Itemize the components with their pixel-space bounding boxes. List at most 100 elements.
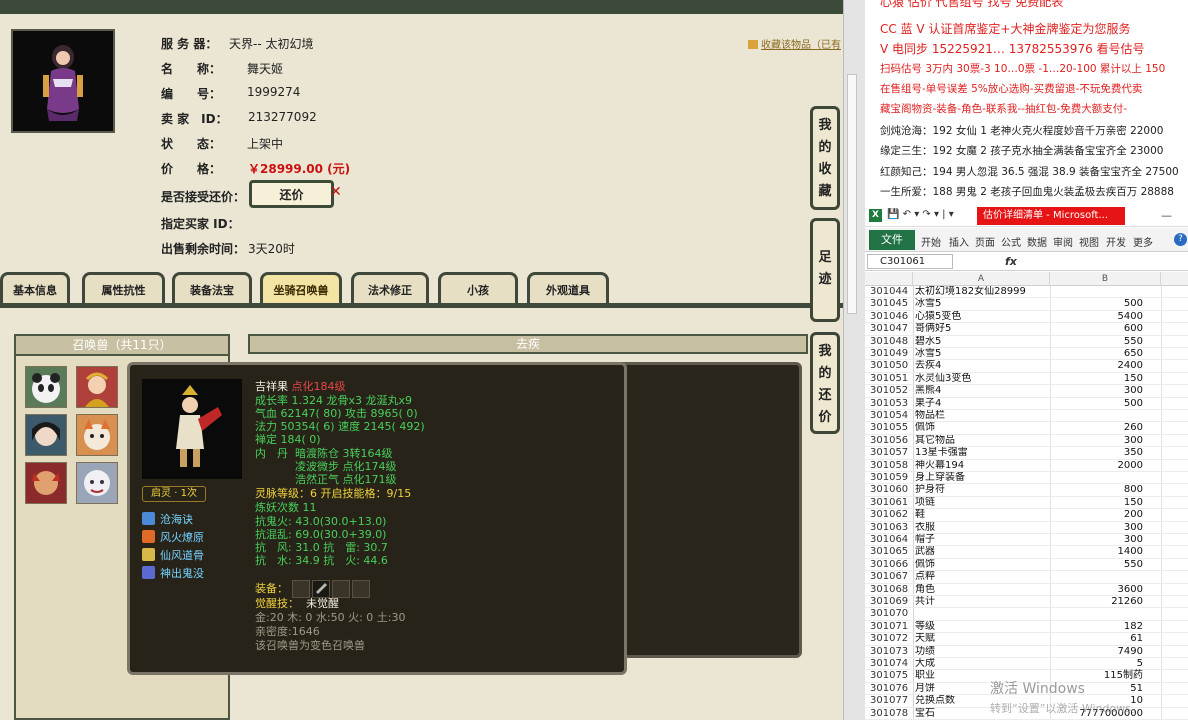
sheet-row[interactable]: 301065 武器 1400 xyxy=(865,546,1188,559)
tab-appearance[interactable]: 外观道具 xyxy=(527,272,609,304)
side-tab-footprints[interactable]: 足迹 xyxy=(810,218,840,322)
pet-thumb-fox[interactable] xyxy=(76,414,118,456)
sheet-row[interactable]: 301055 佩饰 260 xyxy=(865,422,1188,435)
cell-b[interactable]: 500 xyxy=(1051,398,1143,410)
sheet-row[interactable]: 301059 身上穿装备 xyxy=(865,472,1188,485)
tab-basic-info[interactable]: 基本信息 xyxy=(0,272,70,304)
sheet-row[interactable]: 301071 等级 182 xyxy=(865,621,1188,634)
side-tab-my-counters[interactable]: 我的还价 xyxy=(810,332,840,434)
close-icon[interactable]: ✕ xyxy=(330,184,342,200)
ribbon-tab-developer[interactable]: 开发 xyxy=(1106,234,1126,249)
skill-item[interactable]: 风火燎原 xyxy=(142,529,204,545)
cell-b[interactable]: 182 xyxy=(1051,621,1143,633)
cell-a[interactable]: 身上穿装备 xyxy=(915,472,1051,484)
sheet-row[interactable]: 301051 水灵仙3变色 150 xyxy=(865,373,1188,386)
equip-slot[interactable] xyxy=(312,580,330,598)
cell-b[interactable]: 800 xyxy=(1051,484,1143,496)
sheet-row[interactable]: 301053 果子4 500 xyxy=(865,398,1188,410)
tab-attributes[interactable]: 属性抗性 xyxy=(82,272,165,304)
cell-b[interactable]: 260 xyxy=(1051,422,1143,434)
cell-a[interactable]: 神火幕194 xyxy=(915,460,1051,472)
ribbon-tab-more[interactable]: 更多 xyxy=(1133,234,1153,249)
cell-a[interactable]: 冰雪5 xyxy=(915,348,1051,360)
quick-access-toolbar[interactable]: 💾 ↶ ▾ ↷ ▾ | ▾ xyxy=(887,209,954,220)
cell-a[interactable]: 水灵仙3变色 xyxy=(915,373,1051,385)
cell-a[interactable]: 天赋 xyxy=(915,633,1051,645)
cell-b[interactable]: 300 xyxy=(1051,534,1143,546)
cell-b[interactable]: 150 xyxy=(1051,373,1143,385)
pet-thumb-demon[interactable] xyxy=(25,462,67,504)
cell-b[interactable]: 600 xyxy=(1051,323,1143,335)
cell-b[interactable]: 350 xyxy=(1051,447,1143,459)
cell-b[interactable]: 21260 xyxy=(1051,596,1143,608)
ribbon-tab-view[interactable]: 视图 xyxy=(1079,234,1099,249)
equip-slot[interactable] xyxy=(352,580,370,598)
cell-a[interactable]: 太初幻境182女仙28999 xyxy=(915,286,1051,298)
cell-b[interactable]: 650 xyxy=(1051,348,1143,360)
cell-b[interactable]: 550 xyxy=(1051,336,1143,348)
sheet-row[interactable]: 301046 心猿5变色 5400 xyxy=(865,311,1188,324)
skill-item[interactable]: 仙风道骨 xyxy=(142,547,204,563)
name-box[interactable]: C301061 xyxy=(867,254,953,269)
sheet-row[interactable]: 301047 哥俩好5 600 xyxy=(865,323,1188,336)
sheet-row[interactable]: 301057 13星卡强雷 350 xyxy=(865,447,1188,460)
cell-a[interactable]: 大成 xyxy=(915,658,1051,670)
cell-b[interactable]: 500 xyxy=(1051,298,1143,310)
ribbon-tab-home[interactable]: 开始 xyxy=(921,234,941,249)
cell-a[interactable]: 冰雪5 xyxy=(915,298,1051,310)
cell-a[interactable]: 碧水5 xyxy=(915,336,1051,348)
cell-a[interactable]: 等级 xyxy=(915,621,1051,633)
sheet-row[interactable]: 301066 佩饰 550 xyxy=(865,559,1188,572)
sheet-row[interactable]: 301050 去疾4 2400 xyxy=(865,360,1188,373)
sheet-row[interactable]: 301067 点粹 xyxy=(865,571,1188,584)
skill-item[interactable]: 神出鬼没 xyxy=(142,565,204,581)
cell-b[interactable]: 300 xyxy=(1051,522,1143,534)
cell-a[interactable]: 帽子 xyxy=(915,534,1051,546)
cell-b[interactable]: 300 xyxy=(1051,385,1143,397)
cell-a[interactable]: 黑熊4 xyxy=(915,385,1051,397)
cell-a[interactable]: 武器 xyxy=(915,546,1051,558)
cell-a[interactable]: 护身符 xyxy=(915,484,1051,496)
equip-slot[interactable] xyxy=(332,580,350,598)
cell-a[interactable]: 心猿5变色 xyxy=(915,311,1051,323)
sheet-row[interactable]: 301056 其它物品 300 xyxy=(865,435,1188,448)
cell-a[interactable]: 共计 xyxy=(915,596,1051,608)
ribbon-tab-review[interactable]: 审阅 xyxy=(1053,234,1073,249)
sheet-row[interactable]: 301064 帽子 300 xyxy=(865,534,1188,547)
cell-b[interactable]: 200 xyxy=(1051,509,1143,521)
cell-a[interactable]: 果子4 xyxy=(915,398,1051,410)
cell-b[interactable]: 3600 xyxy=(1051,584,1143,596)
ribbon-tab-layout[interactable]: 页面 xyxy=(975,234,995,249)
minimize-icon[interactable]: — xyxy=(1161,209,1172,222)
cell-a[interactable]: 角色 xyxy=(915,584,1051,596)
ribbon-tab-data[interactable]: 数据 xyxy=(1027,234,1047,249)
cell-b[interactable]: 5400 xyxy=(1051,311,1143,323)
sheet-row[interactable]: 301068 角色 3600 xyxy=(865,584,1188,596)
pet-thumb-lady[interactable] xyxy=(76,366,118,408)
equip-slot[interactable] xyxy=(292,580,310,598)
cell-a[interactable]: 衣服 xyxy=(915,522,1051,534)
cell-b[interactable]: 300 xyxy=(1051,435,1143,447)
select-all-corner[interactable] xyxy=(865,272,913,286)
side-tab-favorites[interactable]: 我的收藏 xyxy=(810,106,840,210)
cell-b[interactable]: 7490 xyxy=(1051,646,1143,658)
cell-b[interactable]: 2000 xyxy=(1051,460,1143,472)
sheet-row[interactable]: 301070 xyxy=(865,608,1188,621)
tab-equipment[interactable]: 装备法宝 xyxy=(172,272,252,304)
ribbon-tab-formulas[interactable]: 公式 xyxy=(1001,234,1021,249)
counter-offer-button[interactable]: 还价 xyxy=(249,180,334,208)
function-icon[interactable]: fx xyxy=(1005,255,1017,268)
file-tab[interactable]: 文件 xyxy=(869,230,915,250)
cell-a[interactable]: 其它物品 xyxy=(915,435,1051,447)
sheet-row[interactable]: 301048 碧水5 550 xyxy=(865,336,1188,348)
cell-a[interactable]: 物品栏 xyxy=(915,410,1051,422)
sheet-row[interactable]: 301061 项链 150 xyxy=(865,497,1188,510)
help-icon[interactable]: ? xyxy=(1174,233,1187,246)
cell-b[interactable]: 2400 xyxy=(1051,360,1143,372)
cell-a[interactable]: 点粹 xyxy=(915,571,1051,583)
cell-a[interactable]: 13星卡强雷 xyxy=(915,447,1051,459)
cell-b[interactable]: 150 xyxy=(1051,497,1143,509)
sheet-row[interactable]: 301069 共计 21260 xyxy=(865,596,1188,609)
cell-a[interactable]: 功绩 xyxy=(915,646,1051,658)
sheet-row[interactable]: 301044 太初幻境182女仙28999 xyxy=(865,286,1188,299)
